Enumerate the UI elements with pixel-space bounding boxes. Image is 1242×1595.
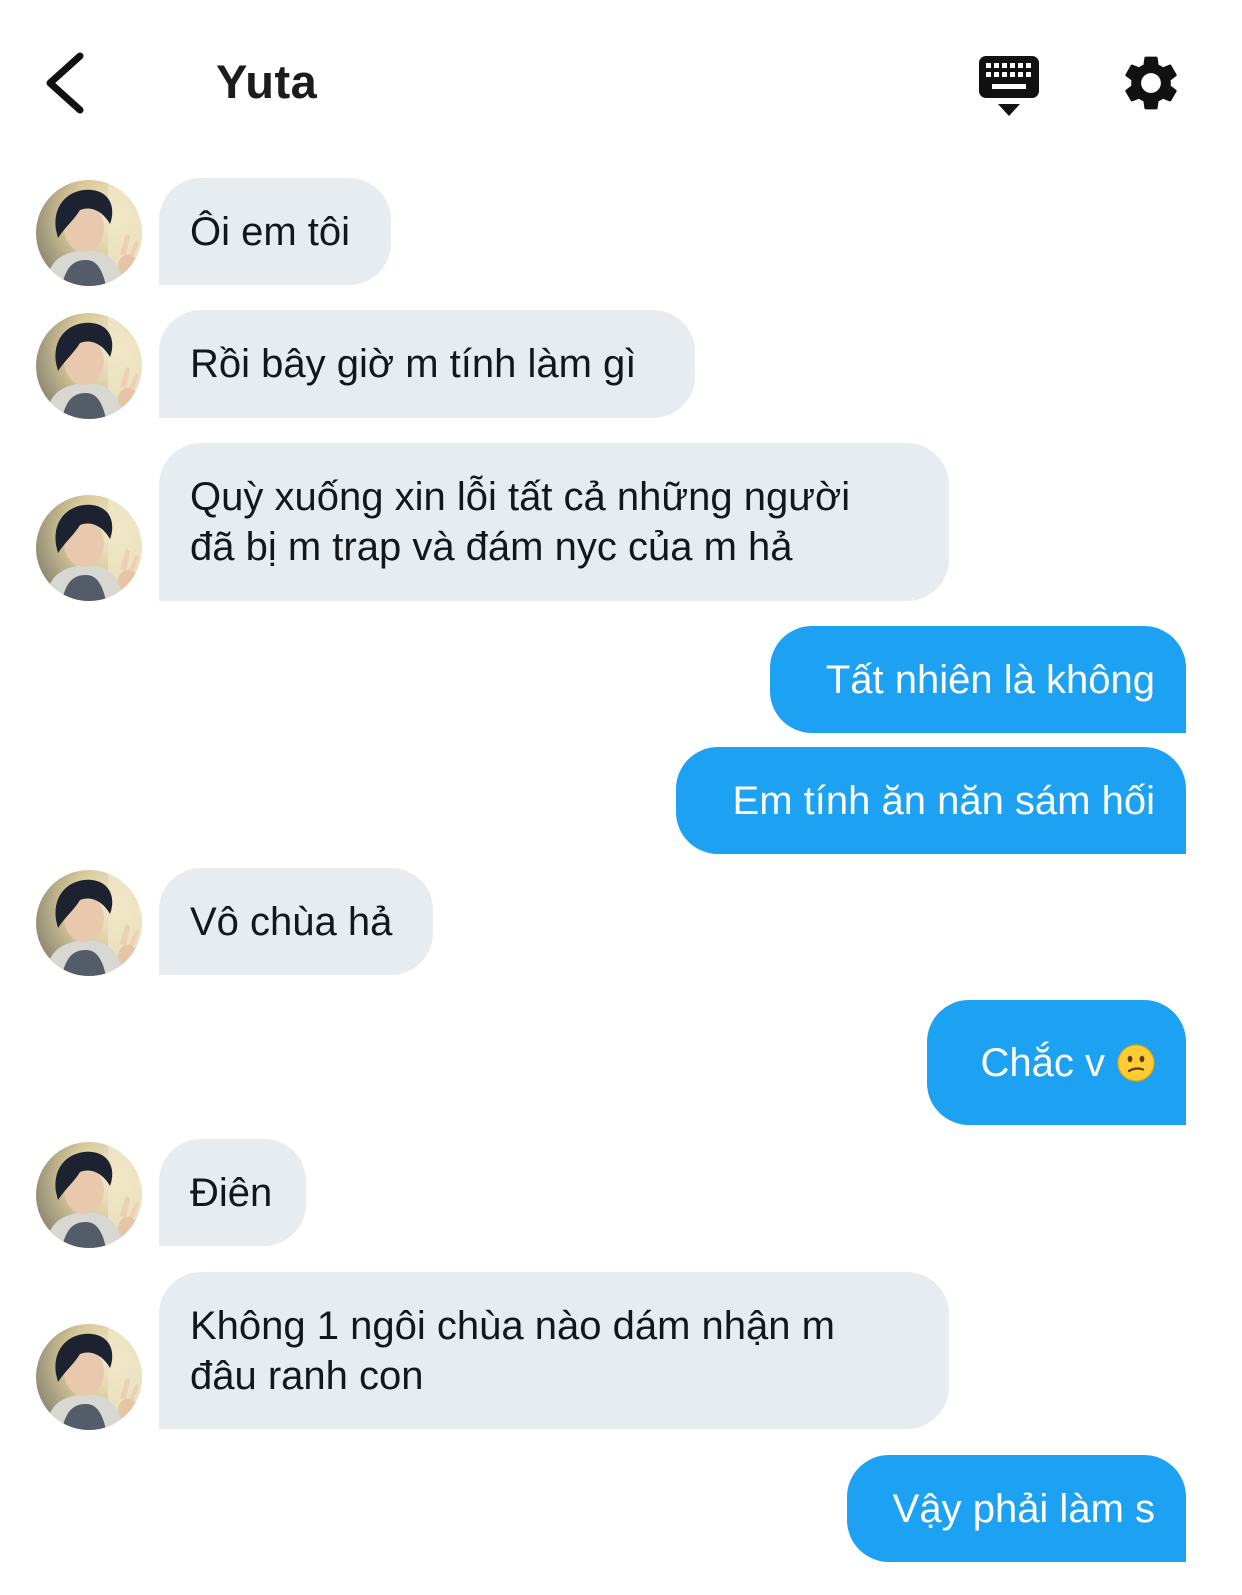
confused-face-emoji <box>1117 1043 1155 1082</box>
settings-button[interactable] <box>1118 50 1184 116</box>
gear-icon <box>1125 56 1177 110</box>
conversation-title[interactable]: Yuta <box>216 54 317 109</box>
message-text: Em tính ăn năn sám hối <box>732 778 1155 823</box>
message-text: Ôi em tôi <box>190 209 351 254</box>
message-bubble-incoming[interactable]: Rồi bây giờ m tính làm gì <box>159 310 695 418</box>
sender-avatar[interactable] <box>36 1324 142 1430</box>
message-bubble-outgoing[interactable]: Tất nhiên là không <box>770 626 1186 733</box>
sender-avatar[interactable] <box>36 313 142 419</box>
message-bubble-incoming[interactable]: Điên <box>159 1139 306 1246</box>
message-text: Vô chùa hả <box>190 899 393 944</box>
message-text: Chắc v <box>980 1040 1106 1085</box>
sender-avatar[interactable] <box>36 180 142 286</box>
message-text: Điên <box>190 1170 273 1215</box>
message-bubble-incoming[interactable]: Quỳ xuống xin lỗi tất cả những người đã … <box>159 443 949 601</box>
message-bubble-incoming[interactable]: Ôi em tôi <box>159 178 391 285</box>
sender-avatar[interactable] <box>36 870 142 976</box>
sender-avatar[interactable] <box>36 1142 142 1248</box>
message-text: Vậy phải làm s <box>892 1486 1155 1531</box>
conversation-header: Yuta <box>0 0 1242 160</box>
message-bubble-outgoing[interactable]: Vậy phải làm s <box>847 1455 1186 1562</box>
chevron-left-icon <box>46 52 84 114</box>
message-text: Quỳ xuống xin lỗi tất cả những người đã … <box>190 475 851 569</box>
sender-avatar[interactable] <box>36 495 142 601</box>
message-bubble-outgoing[interactable]: Em tính ăn năn sám hối <box>676 747 1186 854</box>
back-button[interactable] <box>38 50 98 116</box>
message-text: Không 1 ngôi chùa nào dám nhận m đâu ran… <box>190 1303 835 1398</box>
keyboard-toggle-button[interactable] <box>976 54 1042 118</box>
message-bubble-outgoing[interactable]: Chắc v <box>927 1000 1186 1125</box>
message-text: Tất nhiên là không <box>825 657 1155 702</box>
message-bubble-incoming[interactable]: Vô chùa hả <box>159 868 433 975</box>
keyboard-icon <box>979 56 1039 116</box>
message-bubble-incoming[interactable]: Không 1 ngôi chùa nào dám nhận m đâu ran… <box>159 1272 949 1429</box>
message-text: Rồi bây giờ m tính làm gì <box>190 342 637 386</box>
